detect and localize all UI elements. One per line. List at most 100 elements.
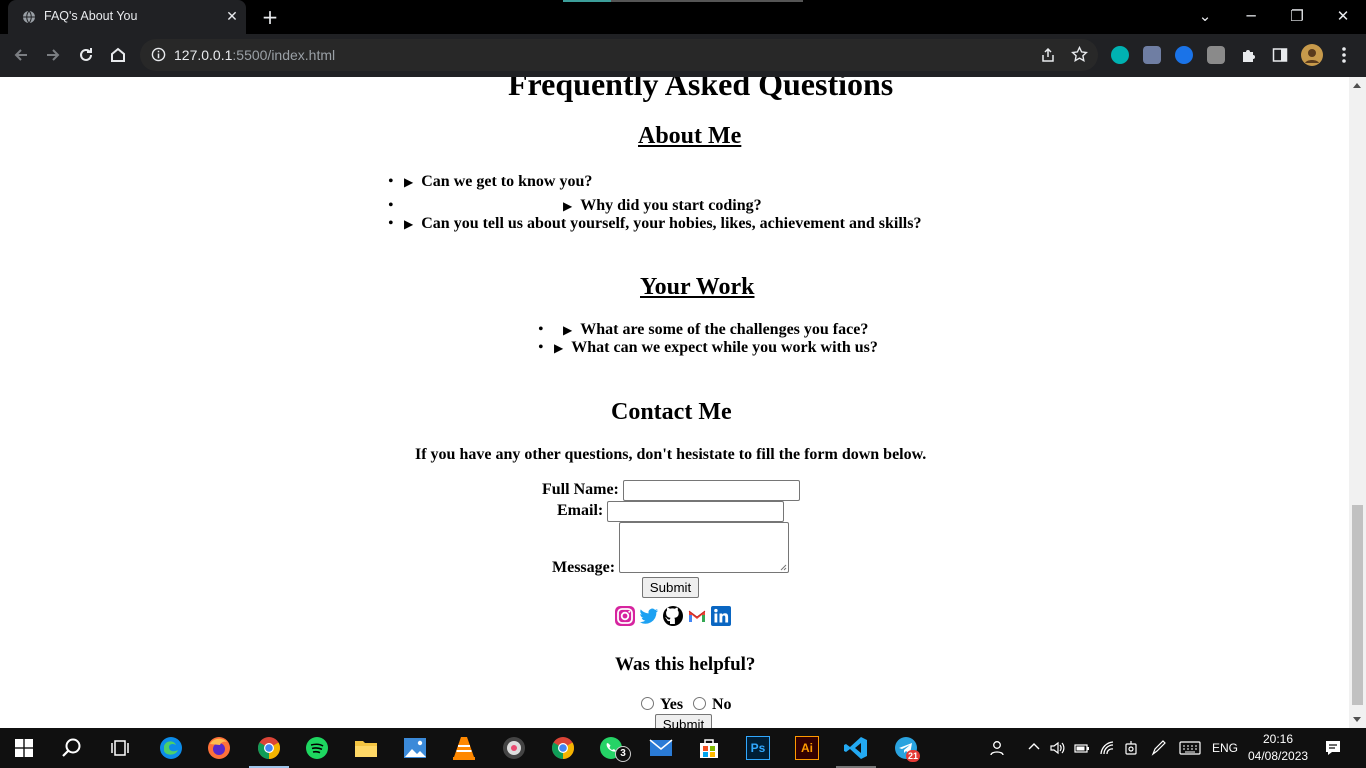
firefox-icon[interactable] <box>207 736 231 760</box>
store-icon[interactable] <box>697 736 721 760</box>
bookmark-star-icon[interactable] <box>1071 46 1088 63</box>
extension-blue-icon[interactable] <box>1175 46 1193 64</box>
whatsapp-badge: 3 <box>615 746 631 762</box>
close-window-icon[interactable]: ✕ <box>1331 4 1355 28</box>
tab-search-icon[interactable]: ⌄ <box>1193 4 1217 28</box>
mail-icon[interactable] <box>649 736 673 760</box>
language-indicator[interactable]: ENG <box>1212 741 1238 755</box>
media-player-icon[interactable] <box>502 736 526 760</box>
chrome-profile-icon[interactable] <box>551 736 575 760</box>
no-radio[interactable] <box>693 697 706 710</box>
back-icon[interactable] <box>10 44 32 66</box>
faq-item-about-yourself[interactable]: ▶ Can you tell us about yourself, your h… <box>404 215 921 233</box>
instagram-icon[interactable] <box>614 605 636 627</box>
restore-icon[interactable]: ❐ <box>1285 4 1309 28</box>
tray-chevron-up-icon[interactable] <box>1028 742 1040 750</box>
url-text: 127.0.0.1:5500/index.html <box>174 47 336 63</box>
yes-label: Yes <box>660 696 684 713</box>
extension-m-icon[interactable] <box>1111 46 1129 64</box>
new-tab-button[interactable]: + <box>258 6 282 30</box>
scroll-up-icon[interactable] <box>1353 83 1361 88</box>
spotify-icon[interactable] <box>305 736 329 760</box>
feedback-submit-button[interactable]: Submit <box>655 714 712 728</box>
disclosure-triangle-icon: ▶ <box>404 175 414 189</box>
battery-icon[interactable] <box>1074 741 1090 755</box>
about-heading: About Me <box>638 123 742 149</box>
faq-item-start-coding[interactable]: ▶ Why did you start coding? <box>563 197 762 215</box>
share-icon[interactable] <box>1040 47 1056 63</box>
vlc-icon[interactable] <box>452 736 476 760</box>
telegram-badge: 21 <box>906 750 921 762</box>
task-view-icon[interactable] <box>108 736 132 760</box>
full-name-input[interactable] <box>623 480 800 501</box>
faq-item-know-you[interactable]: ▶ Can we get to know you? <box>404 173 592 191</box>
linkedin-icon[interactable] <box>710 605 732 627</box>
edge-icon[interactable] <box>159 736 183 760</box>
windows-start-icon[interactable] <box>12 736 36 760</box>
touch-keyboard-icon[interactable] <box>1179 741 1201 755</box>
windows-taskbar: 3 Ps Ai 21 ENG 20:16 04/08/2023 <box>0 728 1366 768</box>
gmail-icon[interactable] <box>686 605 708 627</box>
menu-kebab-icon[interactable] <box>1333 44 1355 66</box>
disclosure-triangle-icon: ▶ <box>563 323 573 337</box>
full-name-label: Full Name: <box>542 481 619 498</box>
clock-date[interactable]: 04/08/2023 <box>1248 749 1308 763</box>
people-icon[interactable] <box>990 740 1008 756</box>
volume-icon[interactable] <box>1049 740 1065 756</box>
tab-title: FAQ's About You <box>44 9 138 23</box>
twitter-icon[interactable] <box>638 605 660 627</box>
photoshop-icon[interactable]: Ps <box>746 736 770 760</box>
contact-submit-button[interactable]: Submit <box>642 577 699 598</box>
browser-toolbar: 127.0.0.1:5500/index.html <box>0 34 1366 77</box>
tab-close-icon[interactable]: ✕ <box>224 9 240 25</box>
list-bullet: • <box>388 215 394 232</box>
extension-gray-icon[interactable] <box>1207 46 1225 64</box>
message-textarea[interactable] <box>619 522 789 573</box>
address-bar[interactable]: 127.0.0.1:5500/index.html <box>140 39 1098 71</box>
page-title: Frequently Asked Questions <box>508 77 894 102</box>
file-explorer-icon[interactable] <box>354 736 378 760</box>
globe-icon <box>23 10 35 24</box>
vscode-icon[interactable] <box>844 736 868 760</box>
list-bullet: • <box>388 197 394 214</box>
minimize-icon[interactable]: ─ <box>1239 4 1263 28</box>
resize-handle-icon[interactable] <box>780 564 787 571</box>
yes-radio[interactable] <box>641 697 654 710</box>
email-input[interactable] <box>607 501 784 522</box>
browser-tab[interactable]: FAQ's About You ✕ <box>8 0 246 34</box>
page-scrollbar[interactable] <box>1349 77 1366 728</box>
illustrator-icon[interactable]: Ai <box>795 736 819 760</box>
photos-icon[interactable] <box>403 736 427 760</box>
side-panel-icon[interactable] <box>1269 44 1291 66</box>
home-icon[interactable] <box>107 44 129 66</box>
scroll-thumb[interactable] <box>1352 505 1363 705</box>
whatsapp-icon[interactable]: 3 <box>599 736 631 762</box>
pen-icon[interactable] <box>1150 740 1168 756</box>
page-viewport: Frequently Asked Questions About Me • ▶ … <box>0 77 1349 728</box>
scroll-down-icon[interactable] <box>1353 717 1361 722</box>
message-label: Message: <box>552 559 616 576</box>
usb-device-icon[interactable] <box>1124 740 1138 756</box>
forward-icon[interactable] <box>42 44 64 66</box>
browser-tab-strip: FAQ's About You ✕ + ⌄ ─ ❐ ✕ <box>0 0 1366 34</box>
extension-puzzle-blue-icon[interactable] <box>1143 46 1161 64</box>
faq-item-expect[interactable]: ▶ What can we expect while you work with… <box>554 339 878 357</box>
disclosure-triangle-icon: ▶ <box>563 199 573 213</box>
clock-time[interactable]: 20:16 <box>1263 732 1293 746</box>
disclosure-triangle-icon: ▶ <box>554 341 564 355</box>
chrome-active-icon[interactable] <box>257 736 281 760</box>
contact-intro: If you have any other questions, don't h… <box>415 446 927 463</box>
faq-item-challenges[interactable]: ▶ What are some of the challenges you fa… <box>563 321 868 339</box>
email-label: Email: <box>557 502 604 519</box>
reload-icon[interactable] <box>75 44 97 66</box>
extensions-puzzle-icon[interactable] <box>1237 44 1259 66</box>
search-icon[interactable] <box>60 736 84 760</box>
no-label: No <box>712 696 732 713</box>
github-icon[interactable] <box>662 605 684 627</box>
telegram-icon[interactable]: 21 <box>894 736 921 762</box>
notifications-icon[interactable] <box>1324 739 1342 757</box>
wifi-icon[interactable] <box>1099 740 1117 756</box>
profile-avatar-icon[interactable] <box>1301 44 1323 66</box>
info-icon[interactable] <box>151 47 166 62</box>
work-heading: Your Work <box>640 274 755 300</box>
